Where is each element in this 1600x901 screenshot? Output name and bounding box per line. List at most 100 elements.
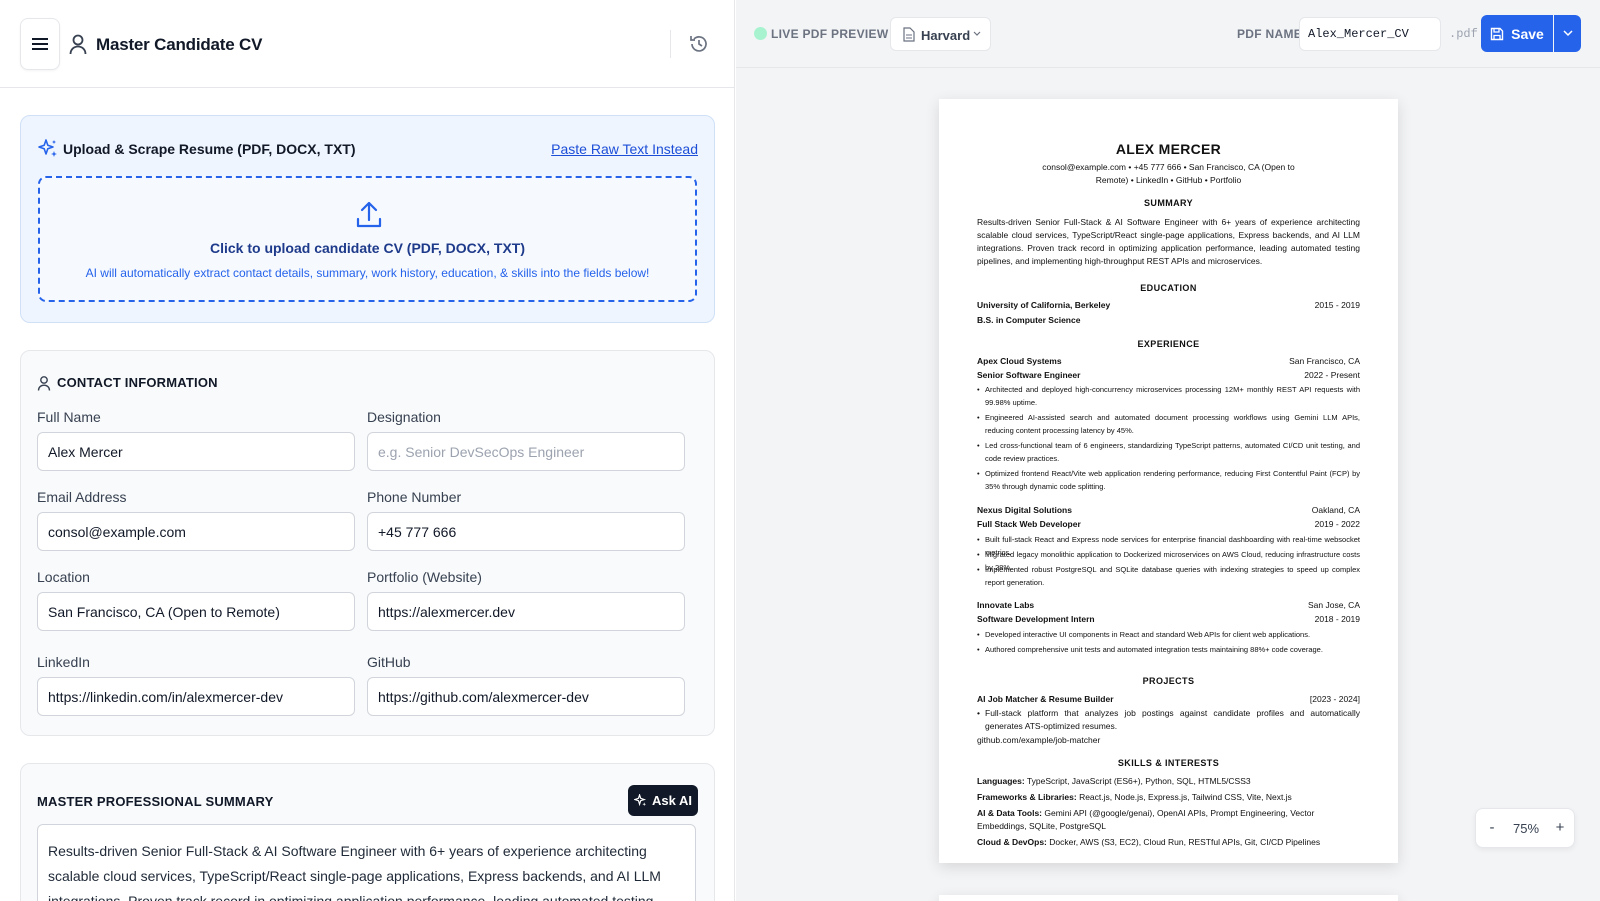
preview-toolbar: LIVE PDF PREVIEW Harvard PDF NAME .pdf S…: [736, 0, 1600, 68]
cv-bullet: Developed interactive UI components in R…: [977, 628, 1360, 641]
cv-edu-school: University of California, Berkeley: [977, 300, 1111, 310]
upload-card: Upload & Scrape Resume (PDF, DOCX, TXT) …: [20, 115, 715, 323]
cv-job-role: Full Stack Web Developer: [977, 519, 1081, 529]
upload-dropzone[interactable]: Click to upload candidate CV (PDF, DOCX,…: [38, 176, 697, 302]
menu-button[interactable]: [20, 18, 60, 70]
cv-edu-degree: B.S. in Computer Science: [977, 315, 1081, 325]
contact-section-title: CONTACT INFORMATION: [57, 375, 218, 390]
phone-input[interactable]: [367, 512, 685, 551]
cv-skill-label: AI & Data Tools:: [977, 808, 1043, 818]
cv-bullet: Architected and deployed high-concurrenc…: [977, 383, 1360, 409]
cv-projects-heading: PROJECTS: [1142, 676, 1195, 686]
cv-bullet: Engineered AI-assisted search and automa…: [977, 411, 1360, 437]
portfolio-label: Portfolio (Website): [367, 569, 482, 585]
email-label: Email Address: [37, 489, 127, 505]
save-label: Save: [1511, 25, 1544, 42]
cv-page: ALEX MERCER consol@example.com • +45 777…: [939, 99, 1398, 863]
preview-panel: LIVE PDF PREVIEW Harvard PDF NAME .pdf S…: [736, 0, 1600, 901]
cv-job-company: Apex Cloud Systems: [977, 356, 1062, 366]
cv-education-row: University of California, Berkeley 2015 …: [977, 299, 1360, 312]
portfolio-input[interactable]: [367, 592, 685, 631]
cv-contact-line: consol@example.com • +45 777 666 • San F…: [1042, 162, 1295, 172]
cv-education-heading: EDUCATION: [1140, 283, 1197, 293]
full-name-input[interactable]: [37, 432, 355, 471]
cv-page-2: [939, 895, 1398, 901]
sparkles-icon: [38, 139, 57, 157]
cv-job-location: San Francisco, CA: [1289, 356, 1360, 366]
cv-job-company: Innovate Labs: [977, 600, 1035, 610]
summary-section-title: MASTER PROFESSIONAL SUMMARY: [37, 794, 274, 809]
ask-ai-button[interactable]: Ask AI: [628, 785, 698, 816]
template-select[interactable]: Harvard: [890, 17, 991, 51]
history-icon[interactable]: [688, 33, 710, 55]
template-name: Harvard: [921, 28, 971, 43]
save-button[interactable]: Save: [1481, 15, 1553, 52]
summary-textarea[interactable]: Results-driven Senior Full-Stack & AI So…: [37, 824, 696, 901]
header-divider: [670, 30, 671, 58]
cv-contact-line: Remote) • LinkedIn • GitHub • Portfolio: [1095, 175, 1242, 185]
cv-project-name: AI Job Matcher & Resume Builder: [977, 694, 1114, 704]
cv-summary: Results-driven Senior Full-Stack & AI So…: [977, 217, 1360, 266]
cv-bullet: Led cross-functional team of 6 engineers…: [977, 439, 1360, 465]
pdf-name-input[interactable]: [1299, 17, 1441, 51]
cv-project-desc: Full-stack platform that analyzes job po…: [977, 707, 1360, 733]
cv-contact: consol@example.com • +45 777 666 • San F…: [1039, 161, 1298, 187]
upload-icon: [356, 201, 382, 228]
cv-project-row: AI Job Matcher & Resume Builder [2023 - …: [977, 693, 1360, 706]
cv-job-row: Innovate Labs San Jose, CA: [977, 599, 1360, 612]
editor-panel: Master Candidate CV Upload & Scrape Resu…: [0, 0, 735, 901]
cv-job-row: Apex Cloud Systems San Francisco, CA: [977, 355, 1360, 368]
zoom-out-button[interactable]: -: [1484, 819, 1500, 836]
cv-job-row: Senior Software Engineer 2022 - Present: [977, 369, 1360, 382]
zoom-control: - 75% +: [1475, 808, 1575, 848]
cv-skill-value: React.js, Node.js, Express.js, Tailwind …: [1079, 792, 1292, 802]
cv-skill-value: Docker, AWS (S3, EC2), Cloud Run, RESTfu…: [1049, 837, 1321, 847]
cv-project-link: github.com/example/job-matcher: [977, 735, 1101, 745]
location-input[interactable]: [37, 592, 355, 631]
dropzone-title: Click to upload candidate CV (PDF, DOCX,…: [209, 240, 526, 256]
ask-ai-label: Ask AI: [652, 793, 692, 808]
cv-job-dates: 2019 - 2022: [1314, 519, 1360, 529]
cv-job-location: Oakland, CA: [1311, 505, 1360, 515]
linkedin-label: LinkedIn: [37, 654, 90, 670]
zoom-level: 75%: [1512, 821, 1540, 836]
chevron-down-icon: [1562, 30, 1573, 37]
github-input[interactable]: [367, 677, 685, 716]
cv-job-row: Software Development Intern 2018 - 2019: [977, 613, 1360, 626]
summary-card: MASTER PROFESSIONAL SUMMARY Ask AI Resul…: [20, 763, 715, 901]
cv-job-row: Full Stack Web Developer 2019 - 2022: [977, 518, 1360, 531]
cv-skill-row: Languages: TypeScript, JavaScript (ES6+)…: [977, 775, 1360, 788]
editor-header: Master Candidate CV: [0, 0, 734, 88]
cv-skill-row: AI & Data Tools: Gemini API (@google/gen…: [977, 807, 1360, 833]
hamburger-icon: [32, 38, 48, 50]
github-label: GitHub: [367, 654, 411, 670]
designation-label: Designation: [367, 409, 441, 425]
cv-bullet: Authored comprehensive unit tests and au…: [977, 643, 1360, 656]
cv-skill-label: Frameworks & Libraries:: [977, 792, 1077, 802]
cv-skill-row: Cloud & DevOps: Docker, AWS (S3, EC2), C…: [977, 836, 1360, 849]
cv-skill-row: Frameworks & Libraries: React.js, Node.j…: [977, 791, 1360, 804]
full-name-label: Full Name: [37, 409, 101, 425]
phone-label: Phone Number: [367, 489, 462, 505]
cv-project-dates: [2023 - 2024]: [1309, 694, 1360, 704]
email-input[interactable]: [37, 512, 355, 551]
cv-experience-heading: EXPERIENCE: [1137, 339, 1200, 349]
designation-input[interactable]: [367, 432, 685, 471]
paste-raw-text-link[interactable]: Paste Raw Text Instead: [551, 141, 698, 157]
cv-name: ALEX MERCER: [1115, 141, 1222, 157]
cv-skills-heading: SKILLS & INTERESTS: [1117, 758, 1220, 768]
live-preview-label: LIVE PDF PREVIEW: [771, 27, 889, 41]
cv-skill-value: TypeScript, JavaScript (ES6+), Python, S…: [1026, 776, 1251, 786]
dropzone-subtitle: AI will automatically extract contact de…: [85, 266, 650, 280]
save-options-button[interactable]: [1554, 15, 1581, 52]
zoom-in-button[interactable]: +: [1552, 819, 1568, 836]
cv-bullet: Optimized frontend React/Vite web applic…: [977, 467, 1360, 493]
pdf-extension: .pdf: [1449, 27, 1478, 41]
upload-title: Upload & Scrape Resume (PDF, DOCX, TXT): [63, 141, 356, 157]
user-icon: [37, 376, 51, 391]
cv-edu-years: 2015 - 2019: [1314, 300, 1360, 310]
cv-job-row: Nexus Digital Solutions Oakland, CA: [977, 504, 1360, 517]
cv-job-role: Software Development Intern: [977, 614, 1095, 624]
page-title: Master Candidate CV: [96, 35, 263, 54]
linkedin-input[interactable]: [37, 677, 355, 716]
